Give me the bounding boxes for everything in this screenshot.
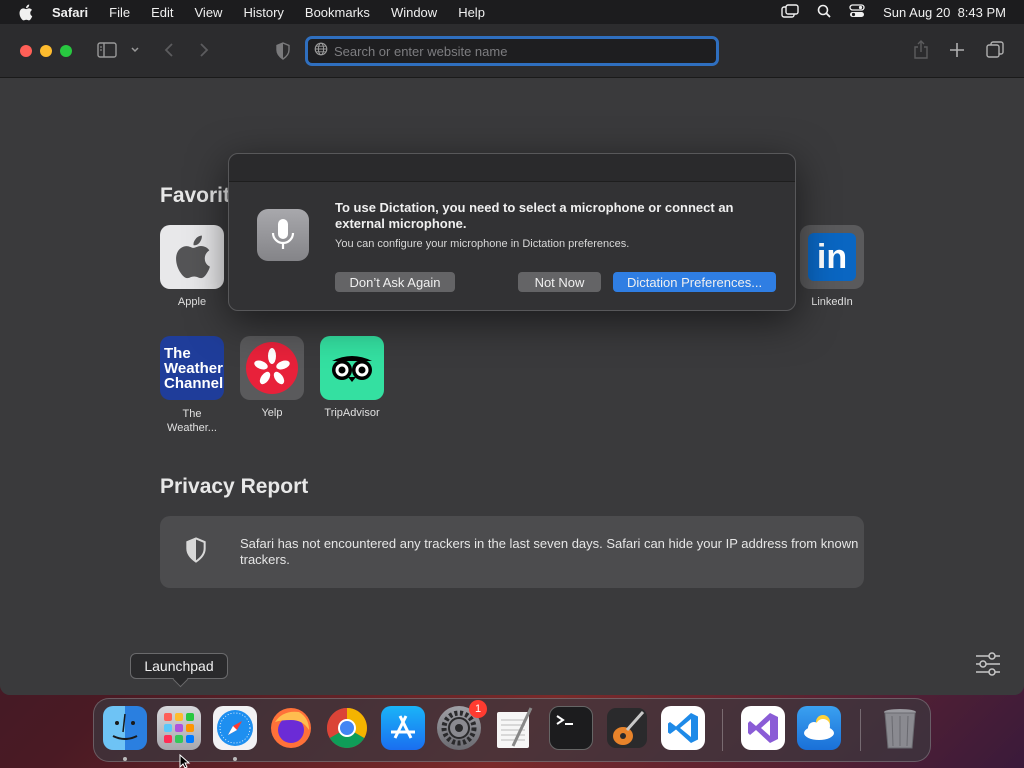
dock-terminal[interactable] [549, 706, 593, 750]
favorite-tripadvisor[interactable]: TripAdvisor [320, 336, 384, 419]
dock-trash[interactable] [878, 706, 922, 750]
address-input[interactable] [334, 43, 694, 59]
dock-visual-studio[interactable] [741, 706, 785, 750]
not-now-button[interactable]: Not Now [518, 272, 601, 292]
mouse-cursor [179, 753, 191, 768]
favorite-yelp[interactable]: Yelp [240, 336, 304, 419]
dock-finder[interactable] [103, 706, 147, 750]
dock: 1 [93, 698, 931, 762]
safari-compass-icon [217, 710, 253, 746]
favorite-label: LinkedIn [811, 296, 853, 308]
maximize-button[interactable] [60, 45, 72, 57]
firefox-icon [271, 708, 311, 748]
minimize-button[interactable] [40, 45, 52, 57]
dock-vscode[interactable] [661, 706, 705, 750]
favorite-label: Apple [177, 296, 207, 308]
favorites-heading: Favorit [160, 184, 231, 207]
visual-studio-icon [748, 713, 778, 743]
tripadvisor-logo-icon [320, 336, 384, 400]
dock-textedit[interactable] [493, 706, 537, 750]
share-icon[interactable] [913, 40, 929, 60]
favorite-label: TripAdvisor [324, 407, 380, 419]
sidebar-toggle-icon[interactable] [97, 42, 117, 58]
menu-bookmarks[interactable]: Bookmarks [305, 5, 370, 20]
menu-help[interactable]: Help [458, 5, 485, 20]
privacy-report-heading: Privacy Report [160, 475, 309, 498]
dock-system-settings[interactable]: 1 [437, 700, 487, 750]
dock-chrome[interactable] [325, 706, 369, 750]
privacy-report-card[interactable]: Safari has not encountered any trackers … [160, 516, 864, 588]
dock-weather[interactable] [797, 706, 841, 750]
dock-separator [860, 709, 861, 751]
privacy-shield-icon[interactable] [275, 42, 291, 60]
microphone-icon [257, 209, 309, 261]
notification-badge: 1 [469, 700, 487, 718]
dock-firefox[interactable] [269, 706, 313, 750]
textedit-icon [497, 707, 533, 748]
menu-history[interactable]: History [243, 5, 283, 20]
back-icon[interactable] [163, 42, 175, 58]
privacy-message: Safari has not encountered any trackers … [240, 536, 859, 567]
favorite-linkedin[interactable]: in LinkedIn [800, 225, 864, 308]
close-button[interactable] [20, 45, 32, 57]
garageband-guitar-icon [607, 708, 647, 748]
linkedin-logo-icon: in [800, 225, 864, 289]
new-tab-icon[interactable] [949, 42, 965, 58]
vscode-icon [668, 713, 698, 743]
globe-icon [314, 42, 328, 61]
launchpad-tooltip: Launchpad [130, 653, 228, 679]
dock-launchpad[interactable] [157, 706, 201, 750]
dont-ask-again-button[interactable]: Don’t Ask Again [335, 272, 455, 292]
favorite-label: The Weather... [167, 408, 217, 434]
trash-icon [884, 709, 916, 749]
forward-icon[interactable] [198, 42, 210, 58]
finder-icon [112, 713, 138, 740]
favorite-apple[interactable]: Apple [160, 225, 224, 308]
address-bar[interactable] [305, 36, 719, 66]
chrome-icon [327, 708, 367, 748]
control-center-icon[interactable] [849, 3, 865, 21]
menu-edit[interactable]: Edit [151, 5, 173, 20]
menu-window[interactable]: Window [391, 5, 437, 20]
clock[interactable]: Sun Aug 20 8:43 PM [883, 5, 1006, 20]
launchpad-icon [164, 713, 194, 743]
dock-separator [722, 709, 723, 751]
dialog-subtext: You can configure your microphone in Dic… [335, 238, 630, 250]
dock-garageband[interactable] [605, 706, 649, 750]
menu-bar: Safari File Edit View History Bookmarks … [0, 0, 1024, 24]
running-indicator [123, 757, 127, 761]
dictation-alert-dialog: To use Dictation, you need to select a m… [228, 153, 796, 311]
favorite-label: Yelp [261, 407, 283, 419]
weather-cloud-icon [804, 715, 834, 740]
dictation-preferences-button[interactable]: Dictation Preferences... [613, 272, 776, 292]
menu-app-name[interactable]: Safari [52, 5, 88, 20]
spotlight-search-icon[interactable] [817, 4, 831, 21]
chevron-down-icon[interactable] [130, 46, 140, 54]
safari-window: Favorit Apple in LinkedIn The Weather Ch… [0, 24, 1024, 695]
shield-icon [184, 536, 208, 568]
dock-safari[interactable] [213, 706, 257, 750]
dock-app-store[interactable] [381, 706, 425, 750]
tab-overview-icon[interactable] [986, 41, 1004, 59]
running-indicator [233, 757, 237, 761]
weather-channel-logo-icon: The Weather Channel [160, 336, 224, 400]
apple-logo-icon [160, 225, 224, 289]
apple-menu-icon[interactable] [18, 4, 36, 21]
yelp-logo-icon [240, 336, 304, 400]
terminal-icon [556, 715, 573, 725]
dialog-title-strip [229, 154, 795, 182]
favorite-weather-channel[interactable]: The Weather Channel The Weather... [160, 336, 224, 435]
menu-view[interactable]: View [195, 5, 223, 20]
customize-start-page-icon[interactable] [974, 652, 1002, 681]
menu-file[interactable]: File [109, 5, 130, 20]
toolbar [0, 24, 1024, 78]
dialog-headline: To use Dictation, you need to select a m… [335, 200, 734, 231]
screen-mirroring-icon[interactable] [781, 3, 799, 21]
app-store-icon [391, 715, 415, 739]
